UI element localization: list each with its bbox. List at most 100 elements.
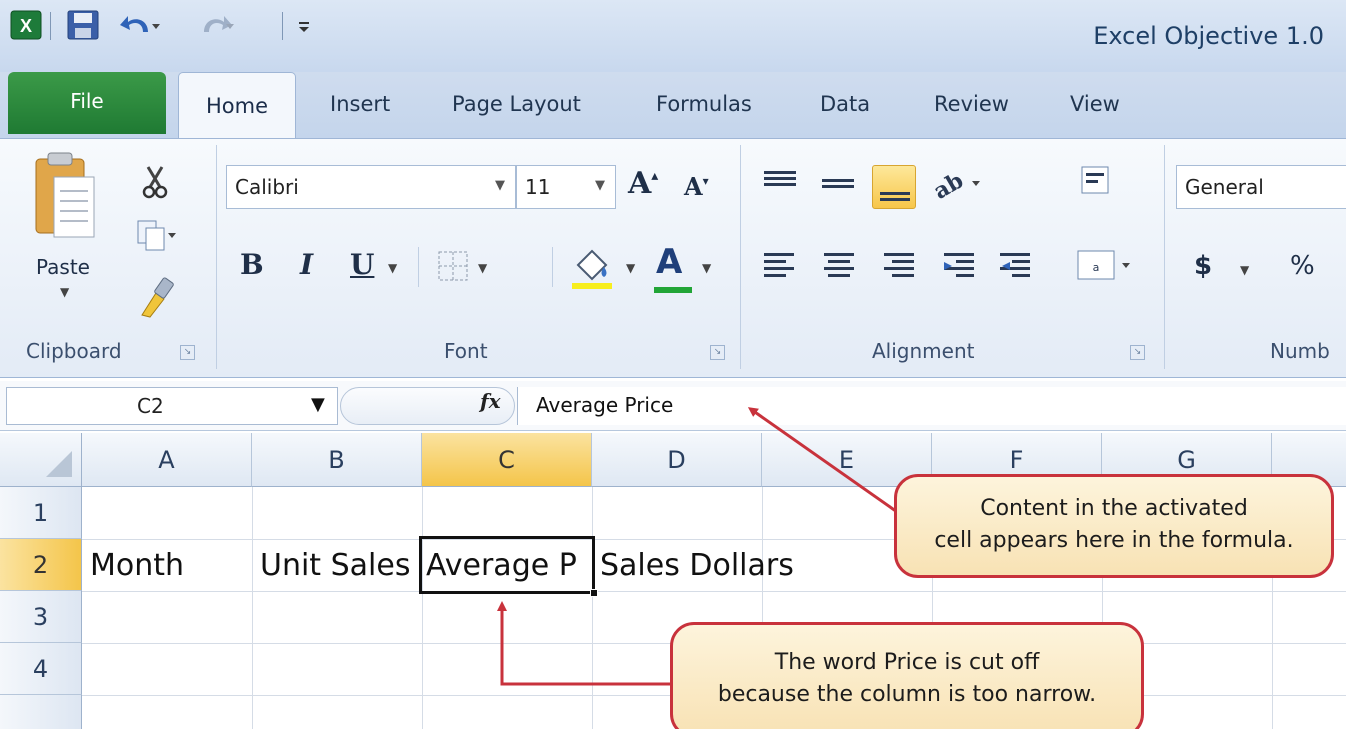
gridline <box>252 487 253 729</box>
cell-d2[interactable]: Sales Dollars <box>600 548 794 583</box>
gridline <box>422 487 423 729</box>
alignment-group-label: Alignment <box>872 339 975 363</box>
tab-page-layout[interactable]: Page Layout <box>452 72 581 136</box>
shrink-font-button[interactable]: A▾ <box>684 175 709 199</box>
arrow-to-cell-c2 <box>497 601 672 686</box>
font-size-combobox[interactable]: 11 ▼ <box>516 165 616 209</box>
font-name-combobox[interactable]: Calibri ▼ <box>226 165 516 209</box>
horizontal-align-icons[interactable] <box>760 247 1060 287</box>
font-name-dropdown-arrow[interactable]: ▼ <box>495 178 505 193</box>
wrap-text-icon[interactable] <box>1078 163 1118 203</box>
shrink-font-glyph: A <box>684 172 703 201</box>
row-header-4[interactable]: 4 <box>0 643 82 695</box>
gridline <box>82 591 1346 592</box>
callout-cut-off-text: The word Price is cut off because the co… <box>670 622 1144 729</box>
accounting-format-dropdown-arrow[interactable]: ▼ <box>1240 263 1249 277</box>
clipboard-group-label: Clipboard <box>26 339 122 363</box>
active-cell-border <box>419 536 595 594</box>
name-box-dropdown-arrow[interactable]: ▼ <box>311 394 325 415</box>
font-size-value: 11 <box>525 175 551 199</box>
save-icon[interactable] <box>66 10 100 40</box>
fill-color-icon[interactable] <box>568 243 616 291</box>
callout-formula-bar-line2: cell appears here in the formula. <box>934 528 1294 553</box>
alignment-dialog-launcher[interactable]: ↘ <box>1130 345 1145 360</box>
clipboard-dialog-launcher[interactable]: ↘ <box>180 345 195 360</box>
tab-review[interactable]: Review <box>934 72 1009 136</box>
group-separator <box>740 145 741 369</box>
title-bar: X Excel Objective 1.0 <box>0 0 1346 72</box>
undo-icon[interactable] <box>118 10 160 40</box>
tab-insert[interactable]: Insert <box>330 72 390 136</box>
formula-input-value: Average Price <box>536 393 674 417</box>
align-bottom-button[interactable] <box>872 165 916 209</box>
row-header-1[interactable]: 1 <box>0 487 82 539</box>
cell-a2[interactable]: Month <box>90 548 184 583</box>
cell-b2[interactable]: Unit Sales <box>260 548 410 583</box>
callout-cut-off-line2: because the column is too narrow. <box>717 682 1097 707</box>
grow-font-glyph: A <box>628 166 652 201</box>
accounting-format-button[interactable]: $ <box>1194 253 1212 279</box>
qat-separator <box>50 12 51 40</box>
tab-file[interactable]: File <box>8 72 166 134</box>
fill-handle[interactable] <box>590 589 598 597</box>
font-dialog-launcher[interactable]: ↘ <box>710 345 725 360</box>
fill-color-dropdown-arrow[interactable]: ▼ <box>626 261 635 275</box>
font-separator <box>418 247 419 287</box>
bold-button[interactable]: B <box>240 251 264 279</box>
font-size-dropdown-arrow[interactable]: ▼ <box>595 178 605 193</box>
callout-formula-bar: Content in the activated cell appears he… <box>894 474 1334 578</box>
select-all-button[interactable] <box>0 433 82 487</box>
formula-input[interactable]: Average Price <box>517 387 1346 425</box>
font-color-swatch <box>654 287 692 293</box>
paste-button-label[interactable]: Paste <box>36 255 90 279</box>
shrink-font-caret-icon: ▾ <box>702 174 709 188</box>
qat-separator <box>282 12 283 40</box>
borders-dropdown-arrow[interactable]: ▼ <box>478 261 487 275</box>
row-header-5[interactable] <box>0 695 82 729</box>
excel-logo-icon[interactable]: X <box>10 10 42 40</box>
orientation-icon[interactable]: ab <box>928 163 988 203</box>
ribbon-tabs: File Home Insert Page Layout Formulas Da… <box>0 72 1346 140</box>
ribbon-home: Paste ▼ Clipboard ↘ Calibri ▼ 11 ▼ A▴ A▾… <box>0 138 1346 378</box>
redo-icon[interactable] <box>196 10 238 40</box>
tab-home[interactable]: Home <box>178 72 296 140</box>
svg-text:X: X <box>20 16 32 36</box>
grow-font-button[interactable]: A▴ <box>628 169 658 199</box>
font-color-button[interactable]: A <box>656 245 682 279</box>
customize-qat-icon[interactable] <box>294 10 314 40</box>
name-box-value: C2 <box>137 394 164 418</box>
column-header-a[interactable]: A <box>82 433 252 487</box>
italic-button[interactable]: I <box>300 251 313 279</box>
merge-center-icon[interactable]: a <box>1074 247 1144 287</box>
svg-text:a: a <box>1093 261 1100 274</box>
tab-data[interactable]: Data <box>820 72 870 136</box>
tab-formulas[interactable]: Formulas <box>656 72 752 136</box>
group-separator <box>216 145 217 369</box>
font-name-value: Calibri <box>235 175 299 199</box>
row-header-3[interactable]: 3 <box>0 591 82 643</box>
format-painter-icon[interactable] <box>136 275 176 319</box>
tab-view[interactable]: View <box>1070 72 1120 136</box>
insert-function-button[interactable]: fx <box>480 389 501 413</box>
svg-text:ab: ab <box>929 168 968 203</box>
number-group-label: Numb <box>1270 339 1330 363</box>
column-header-c[interactable]: C <box>422 433 592 487</box>
name-box[interactable]: C2 ▼ <box>6 387 338 425</box>
select-all-triangle-icon <box>46 451 72 477</box>
group-separator <box>1164 145 1165 369</box>
paste-dropdown-arrow[interactable]: ▼ <box>60 285 69 299</box>
row-header-2[interactable]: 2 <box>0 539 82 591</box>
column-header-d[interactable]: D <box>592 433 762 487</box>
align-top-icon[interactable] <box>760 167 800 199</box>
underline-dropdown-arrow[interactable]: ▼ <box>388 261 397 275</box>
borders-icon[interactable] <box>436 249 470 283</box>
underline-button[interactable]: U <box>350 251 374 279</box>
align-middle-icon[interactable] <box>818 167 858 199</box>
number-format-combobox[interactable]: General <box>1176 165 1346 209</box>
font-color-dropdown-arrow[interactable]: ▼ <box>702 261 711 275</box>
cut-icon[interactable] <box>140 165 170 199</box>
percent-style-button[interactable]: % <box>1290 253 1315 279</box>
column-header-b[interactable]: B <box>252 433 422 487</box>
paste-icon[interactable] <box>30 149 100 245</box>
copy-icon[interactable] <box>136 219 176 253</box>
